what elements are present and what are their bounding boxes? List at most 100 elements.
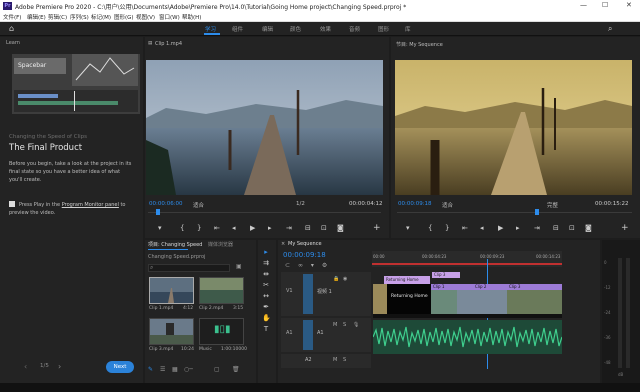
menu-graphics[interactable]: 图形(G) [114, 13, 134, 21]
track-select-tool-icon[interactable]: ⇉ [262, 259, 270, 267]
track-lock-icon[interactable]: 🔒 [333, 276, 339, 282]
delete-icon[interactable]: 🗑 [232, 366, 240, 373]
export-frame-icon[interactable]: ◙ [337, 224, 344, 232]
source-add-button-icon[interactable]: + [373, 223, 381, 233]
search-icon[interactable]: ⌕ [608, 24, 612, 34]
pen-tool-icon[interactable]: ✒ [262, 303, 270, 311]
mark-out-icon[interactable]: } [197, 224, 201, 232]
program-monitor-link[interactable]: Program Monitor panel [62, 202, 119, 208]
workspace-learn[interactable]: 学习 [205, 25, 216, 33]
menu-help[interactable]: 帮助(H) [182, 13, 201, 21]
audio-track-a1-clip[interactable] [372, 320, 563, 354]
timeline-timecode[interactable]: 00:00:09:18 [283, 251, 326, 259]
track-v1-source-patch[interactable] [303, 274, 313, 314]
razor-tool-icon[interactable]: ✂ [262, 281, 270, 289]
play-icon[interactable]: ▶ [250, 224, 255, 232]
mute-icon[interactable]: M [333, 322, 337, 328]
media-browser-tab[interactable]: 媒体浏览器 [208, 241, 233, 248]
mark-in-icon[interactable]: { [180, 224, 184, 232]
list-view-icon[interactable]: ☰ [160, 366, 165, 373]
menu-edit[interactable]: 编辑(E) [27, 13, 46, 21]
ripple-edit-tool-icon[interactable]: ⇹ [262, 270, 270, 278]
timeline-ruler[interactable]: 00:00 00:00:04:23 00:00:09:23 00:00:14:2… [372, 251, 562, 267]
icon-view-icon[interactable]: ▦ [172, 366, 178, 373]
title-clip-label-bar[interactable]: Returning Home [384, 276, 430, 284]
source-fit-dropdown[interactable]: 适合 [193, 201, 204, 209]
track-target-v1[interactable]: V1 [286, 288, 293, 294]
program-export-frame-icon[interactable]: ◙ [585, 224, 592, 232]
source-playhead[interactable] [156, 209, 160, 215]
program-fit-dropdown[interactable]: 适合 [442, 201, 453, 209]
source-resolution-dropdown[interactable]: 1/2 [296, 201, 305, 207]
timeline-tab[interactable]: My Sequence [288, 241, 322, 247]
timeline-close-icon[interactable]: × [281, 241, 285, 247]
clip2-segment[interactable]: Clip 2 [457, 284, 507, 314]
selection-tool-icon[interactable]: ▸ [262, 248, 270, 256]
step-back-icon[interactable]: ◂ [232, 224, 236, 232]
lift-icon[interactable]: ⊟ [553, 224, 559, 232]
solo-icon[interactable]: S [343, 322, 346, 328]
minimize-button[interactable]: — [580, 1, 587, 9]
program-add-marker-icon[interactable]: ▾ [406, 224, 410, 232]
project-item-clip2[interactable] [199, 277, 244, 304]
clip3-label-bar[interactable]: Clip 3 [432, 272, 460, 278]
next-button[interactable]: Next [106, 361, 134, 373]
program-mark-out-icon[interactable]: } [445, 224, 449, 232]
new-bin-icon[interactable]: ▣ [236, 263, 242, 270]
extract-icon[interactable]: ⊡ [569, 224, 575, 232]
program-mark-in-icon[interactable]: { [428, 224, 432, 232]
pencil-icon[interactable]: ✎ [148, 366, 153, 373]
video-track-v1-clips[interactable]: Returning Home Clip 1 Clip 2 Clip 3 [373, 284, 562, 318]
step-forward-icon[interactable]: ▸ [268, 224, 272, 232]
program-step-back-icon[interactable]: ◂ [480, 224, 484, 232]
project-search-input[interactable]: ⌕ [148, 264, 230, 272]
hand-tool-icon[interactable]: ✋ [262, 314, 271, 322]
program-timecode[interactable]: 00:00:09:18 [398, 201, 432, 207]
insert-icon[interactable]: ⊟ [305, 224, 311, 232]
project-item-clip3[interactable] [149, 318, 194, 345]
title-clip[interactable]: Returning Home [387, 284, 431, 314]
menu-clip[interactable]: 剪辑(C) [48, 13, 67, 21]
snap-icon[interactable]: ⊂ [285, 262, 290, 269]
menu-file[interactable]: 文件(F) [3, 13, 21, 21]
program-step-forward-icon[interactable]: ▸ [516, 224, 520, 232]
program-go-to-in-icon[interactable]: ⇤ [462, 224, 468, 232]
program-scrubber[interactable] [397, 212, 632, 213]
workspace-assembly[interactable]: 组件 [232, 25, 243, 33]
step-checkbox[interactable] [9, 201, 15, 207]
project-tab[interactable]: 项目: Changing Speed [148, 241, 202, 248]
program-add-button-icon[interactable]: + [621, 223, 629, 233]
menu-sequence[interactable]: 序列(S) [70, 13, 89, 21]
close-button[interactable]: ✕ [626, 1, 632, 9]
source-scrubber[interactable] [148, 212, 381, 213]
prev-arrow-icon[interactable]: ‹ [24, 362, 27, 371]
menu-markers[interactable]: 标记(M) [91, 13, 111, 21]
program-play-icon[interactable]: ▶ [498, 224, 503, 232]
program-quality-dropdown[interactable]: 完整 [547, 201, 558, 209]
workspace-graphics[interactable]: 图形 [378, 25, 389, 33]
work-area-bar[interactable] [372, 263, 562, 265]
add-marker-timeline-icon[interactable]: ▾ [311, 262, 314, 269]
program-playhead[interactable] [535, 209, 539, 215]
project-item-clip1[interactable] [149, 277, 194, 304]
workspace-color[interactable]: 颜色 [290, 25, 301, 33]
workspace-effects[interactable]: 效果 [320, 25, 331, 33]
zoom-slider-icon[interactable]: ○─ [184, 366, 193, 373]
project-item-music[interactable]: ▮▯▮ [199, 318, 244, 345]
mute-a2-icon[interactable]: M [333, 357, 337, 363]
source-timecode[interactable]: 00:00:06:00 [149, 201, 183, 207]
go-to-in-icon[interactable]: ⇤ [214, 224, 220, 232]
menu-view[interactable]: 视图(V) [136, 13, 155, 21]
timeline-settings-icon[interactable]: ⚙ [322, 262, 327, 269]
voiceover-icon[interactable]: 🎙 [353, 322, 359, 328]
track-a1-source-patch[interactable] [303, 320, 313, 350]
new-item-icon[interactable]: ▢ [214, 366, 220, 373]
program-go-to-out-icon[interactable]: ⇥ [534, 224, 540, 232]
workspace-audio[interactable]: 音频 [349, 25, 360, 33]
slip-tool-icon[interactable]: ↔ [262, 292, 270, 300]
clip3-segment[interactable]: Clip 3 [507, 284, 562, 314]
solo-a2-icon[interactable]: S [343, 357, 346, 363]
add-marker-icon[interactable]: ▾ [158, 224, 162, 232]
workspace-editing[interactable]: 编辑 [262, 25, 273, 33]
next-arrow-icon[interactable]: › [58, 362, 61, 371]
